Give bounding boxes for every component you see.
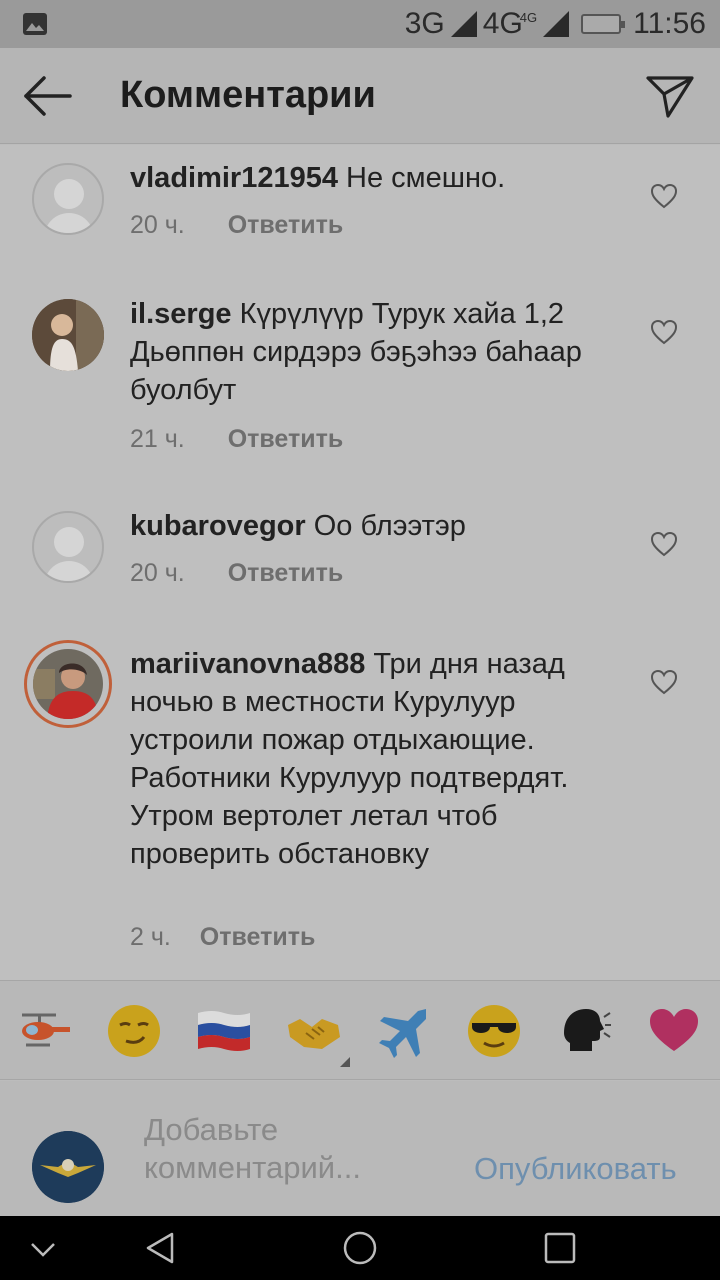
comment-meta: 20 ч. Ответить: [130, 559, 343, 588]
comment-text: vladimir121954 Не смешно.: [130, 159, 620, 197]
comment-meta: 21 ч. Ответить: [130, 425, 343, 454]
like-heart-icon[interactable]: [650, 531, 678, 557]
comment-text: mariivanovna888 Три дня назад ночью в ме…: [130, 645, 620, 873]
comment-text: il.serge Күрүлүүр Турук хайа 1,2 Дьөппөн…: [130, 295, 620, 409]
reply-button[interactable]: Ответить: [228, 425, 344, 453]
avatar[interactable]: [32, 511, 104, 583]
app-header: Комментарии: [0, 48, 720, 144]
avatar[interactable]: [32, 163, 104, 235]
smirking-face-icon[interactable]: [106, 1003, 162, 1059]
comment-composer: Добавьте комментарий... Опубликовать: [0, 1081, 720, 1216]
comment-username[interactable]: mariivanovna888: [130, 648, 365, 680]
signal-icon: [543, 11, 570, 37]
like-heart-icon[interactable]: [650, 319, 678, 345]
publish-button[interactable]: Опубликовать: [474, 1151, 677, 1187]
send-icon[interactable]: [644, 72, 696, 120]
comment-time: 20 ч.: [130, 211, 185, 239]
network-3g-label: 3G: [404, 7, 445, 40]
battery-icon: [581, 14, 626, 34]
comment-body: Три дня назад ночью в местности Курулуур…: [130, 648, 569, 870]
reply-button[interactable]: Ответить: [228, 211, 344, 239]
comment-username[interactable]: kubarovegor: [130, 510, 306, 542]
image-notification-icon: [23, 13, 47, 35]
recents-icon[interactable]: [542, 1230, 578, 1266]
heart-icon[interactable]: [646, 1003, 702, 1059]
page-title: Комментарии: [120, 74, 376, 116]
reply-button[interactable]: Ответить: [200, 923, 316, 951]
network-4g-label: 4G4G: [482, 7, 538, 40]
comment-input[interactable]: Добавьте комментарий...: [144, 1111, 464, 1187]
avatar[interactable]: [32, 299, 104, 371]
system-nav-bar: [0, 1216, 720, 1280]
comment-text: kubarovegor Оо блээтэр: [130, 507, 620, 545]
sunglasses-face-icon[interactable]: [466, 1003, 522, 1059]
status-bar: 3G 4G4G 11:56: [0, 0, 720, 48]
more-indicator: [340, 1057, 350, 1067]
comment-username[interactable]: vladimir121954: [130, 162, 338, 194]
clock: 11:56: [633, 7, 706, 40]
comment-time: 20 ч.: [130, 559, 185, 587]
back-arrow-icon[interactable]: [20, 72, 76, 120]
helicopter-icon[interactable]: [16, 1003, 72, 1059]
comment-username[interactable]: il.serge: [130, 298, 232, 330]
like-heart-icon[interactable]: [650, 669, 678, 695]
signal-icon: [450, 11, 477, 37]
handshake-icon[interactable]: [286, 1003, 342, 1059]
comments-list[interactable]: vladimir121954 Не смешно. 20 ч. Ответить…: [0, 145, 720, 980]
russia-flag-icon[interactable]: [196, 1003, 252, 1059]
comment-time: 21 ч.: [130, 425, 185, 453]
chevron-down-icon[interactable]: [28, 1234, 58, 1264]
avatar: [33, 649, 103, 719]
story-ring[interactable]: [24, 640, 112, 728]
speaking-head-icon[interactable]: [556, 1003, 612, 1059]
back-icon[interactable]: [142, 1230, 178, 1266]
my-avatar: [32, 1131, 104, 1203]
airplane-icon[interactable]: [376, 1003, 432, 1059]
home-icon[interactable]: [342, 1230, 378, 1266]
comment-meta: 2 ч. Ответить: [130, 923, 315, 952]
quick-emoji-bar: [0, 980, 720, 1080]
like-heart-icon[interactable]: [650, 183, 678, 209]
reply-button[interactable]: Ответить: [228, 559, 344, 587]
comment-body: Не смешно.: [346, 162, 506, 194]
comment-time: 2 ч.: [130, 923, 171, 951]
comment-meta: 20 ч. Ответить: [130, 211, 343, 240]
comment-body: Оо блээтэр: [313, 510, 466, 542]
